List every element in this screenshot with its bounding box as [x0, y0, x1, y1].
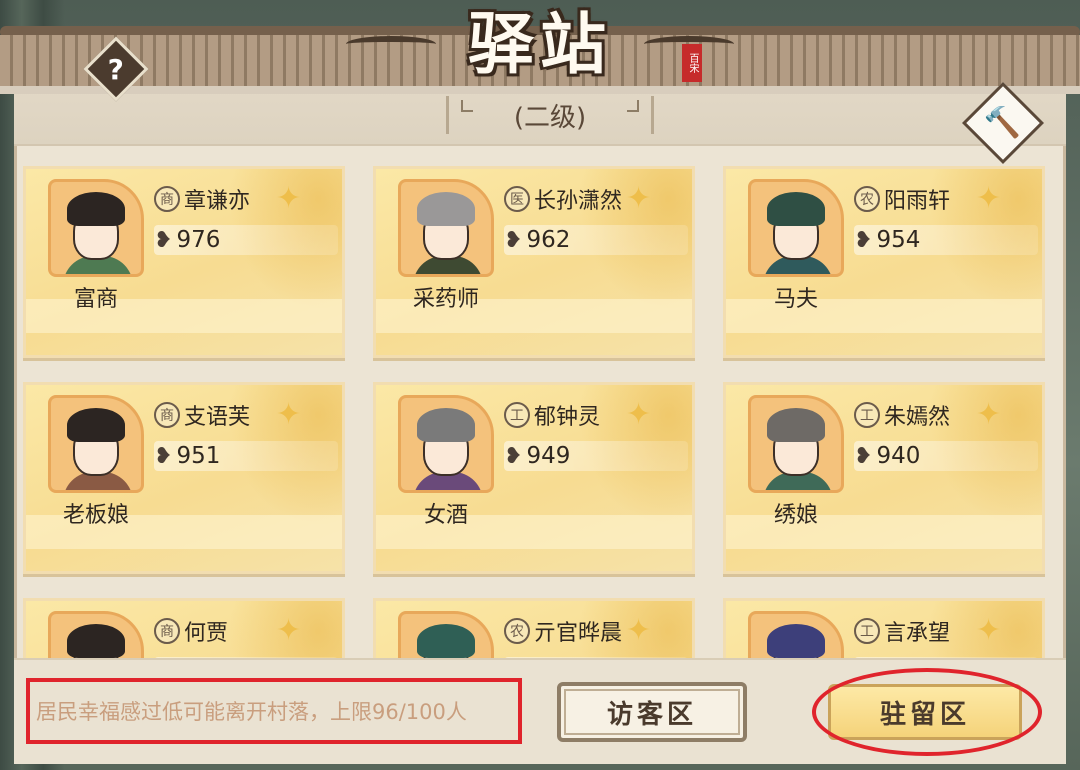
resident-name: 长孙潇然	[534, 189, 623, 214]
avatar-hair	[67, 624, 125, 658]
resident-card[interactable]: 采药师 医 长孙潇然 ❥ 962 ✦	[373, 166, 695, 358]
happiness-score: 940	[876, 443, 921, 469]
resident-card[interactable]: 农 亓官晔晨 ❥ ✦	[373, 598, 695, 658]
avatar-hair	[417, 192, 475, 226]
happiness-score: 949	[526, 443, 571, 469]
profession-badge-icon: 工	[854, 618, 880, 644]
avatar-hair	[767, 408, 825, 442]
profession-badge-icon: 农	[854, 186, 880, 212]
happiness-row: ❥ 976	[154, 225, 338, 255]
resident-name-row: 工 言承望	[854, 615, 950, 647]
visitor-area-button[interactable]: 访客区	[557, 682, 747, 742]
profession-badge-icon: 商	[154, 186, 180, 212]
resident-avatar	[398, 611, 494, 658]
resident-name: 阳雨轩	[884, 189, 951, 214]
level-label: (二级)	[446, 96, 654, 134]
happiness-score: 951	[176, 443, 221, 469]
heart-icon: ❥	[154, 227, 173, 253]
resident-name: 亓官晔晨	[534, 621, 623, 646]
resident-name: 朱嫣然	[884, 405, 951, 430]
sparkle-icon: ✦	[626, 181, 652, 216]
resident-card[interactable]: 富商 商 章谦亦 ❥ 976 ✦	[23, 166, 345, 358]
sparkle-icon: ✦	[976, 181, 1002, 216]
avatar-hair	[417, 408, 475, 442]
sparkle-icon: ✦	[626, 397, 652, 432]
avatar-hair	[767, 624, 825, 658]
heart-icon: ❥	[854, 227, 873, 253]
avatar-hair	[767, 192, 825, 226]
profession-badge-icon: 医	[504, 186, 530, 212]
resident-avatar	[398, 179, 494, 277]
avatar-hair	[67, 192, 125, 226]
sparkle-icon: ✦	[626, 613, 652, 648]
resident-name-row: 工 朱嫣然	[854, 399, 950, 431]
resident-card[interactable]: 老板娘 商 支语芙 ❥ 951 ✦	[23, 382, 345, 574]
stay-area-button[interactable]: 驻留区	[828, 684, 1022, 740]
resident-avatar	[398, 395, 494, 493]
resident-role: 马夫	[773, 287, 818, 312]
heart-icon: ❥	[154, 443, 173, 469]
resident-name: 支语芙	[184, 405, 251, 430]
profession-badge-icon: 农	[504, 618, 530, 644]
sparkle-icon: ✦	[276, 397, 302, 432]
sparkle-icon: ✦	[976, 613, 1002, 648]
avatar-hair	[67, 408, 125, 442]
resident-avatar	[48, 395, 144, 493]
happiness-hint: 居民幸福感过低可能离开村落，上限96/100人	[26, 678, 522, 744]
resident-card[interactable]: 工 言承望 ❥ ✦	[723, 598, 1045, 658]
profession-badge-icon: 商	[154, 402, 180, 428]
resident-card[interactable]: 商 何贾 ❥ ✦	[23, 598, 345, 658]
seal-stamp: 百宋	[682, 44, 702, 82]
happiness-row: ❥ 954	[854, 225, 1038, 255]
question-icon: ?	[107, 52, 125, 86]
happiness-row: ❥ 962	[504, 225, 688, 255]
happiness-row: ❥ 951	[154, 441, 338, 471]
happiness-score: 954	[876, 227, 921, 253]
sparkle-icon: ✦	[276, 181, 302, 216]
heart-icon: ❥	[504, 227, 523, 253]
avatar-hair	[417, 624, 475, 658]
profession-badge-icon: 工	[504, 402, 530, 428]
happiness-row: ❥ 940	[854, 441, 1038, 471]
resident-role: 老板娘	[62, 503, 129, 528]
resident-role: 富商	[73, 287, 118, 312]
resident-role: 绣娘	[773, 503, 818, 528]
happiness-score: 976	[176, 227, 221, 253]
resident-name-row: 医 长孙潇然	[504, 183, 622, 215]
resident-name-row: 农 阳雨轩	[854, 183, 950, 215]
cloud-swirl-left-icon	[346, 36, 436, 52]
resident-avatar	[748, 611, 844, 658]
sparkle-icon: ✦	[276, 613, 302, 648]
resident-card[interactable]: 女酒 工 郁钟灵 ❥ 949 ✦	[373, 382, 695, 574]
resident-avatar	[748, 395, 844, 493]
page-title: 驿站	[468, 5, 612, 83]
resident-name-row: 商 支语芙	[154, 399, 250, 431]
heart-icon: ❥	[504, 443, 523, 469]
resident-card[interactable]: 马夫 农 阳雨轩 ❥ 954 ✦	[723, 166, 1045, 358]
resident-avatar	[48, 179, 144, 277]
resident-name: 郁钟灵	[534, 405, 601, 430]
happiness-row: ❥ 949	[504, 441, 688, 471]
resident-name: 言承望	[884, 621, 951, 646]
resident-name-row: 工 郁钟灵	[504, 399, 600, 431]
resident-avatar	[748, 179, 844, 277]
resident-name-row: 商 章谦亦	[154, 183, 250, 215]
heart-icon: ❥	[854, 443, 873, 469]
resident-grid[interactable]: 富商 商 章谦亦 ❥ 976 ✦ 采药师 医 长孙潇然 ❥ 962 ✦ 马夫 农…	[14, 150, 1066, 658]
happiness-score: 962	[526, 227, 571, 253]
resident-name-row: 农 亓官晔晨	[504, 615, 622, 647]
resident-avatar	[48, 611, 144, 658]
resident-role: 女酒	[423, 503, 468, 528]
resident-name: 章谦亦	[184, 189, 251, 214]
resident-name: 何贾	[184, 621, 229, 646]
hammer-icon: 🔨	[984, 105, 1022, 141]
resident-role: 采药师	[412, 287, 479, 312]
profession-badge-icon: 商	[154, 618, 180, 644]
sparkle-icon: ✦	[976, 397, 1002, 432]
resident-name-row: 商 何贾	[154, 615, 228, 647]
profession-badge-icon: 工	[854, 402, 880, 428]
resident-card[interactable]: 绣娘 工 朱嫣然 ❥ 940 ✦	[723, 382, 1045, 574]
